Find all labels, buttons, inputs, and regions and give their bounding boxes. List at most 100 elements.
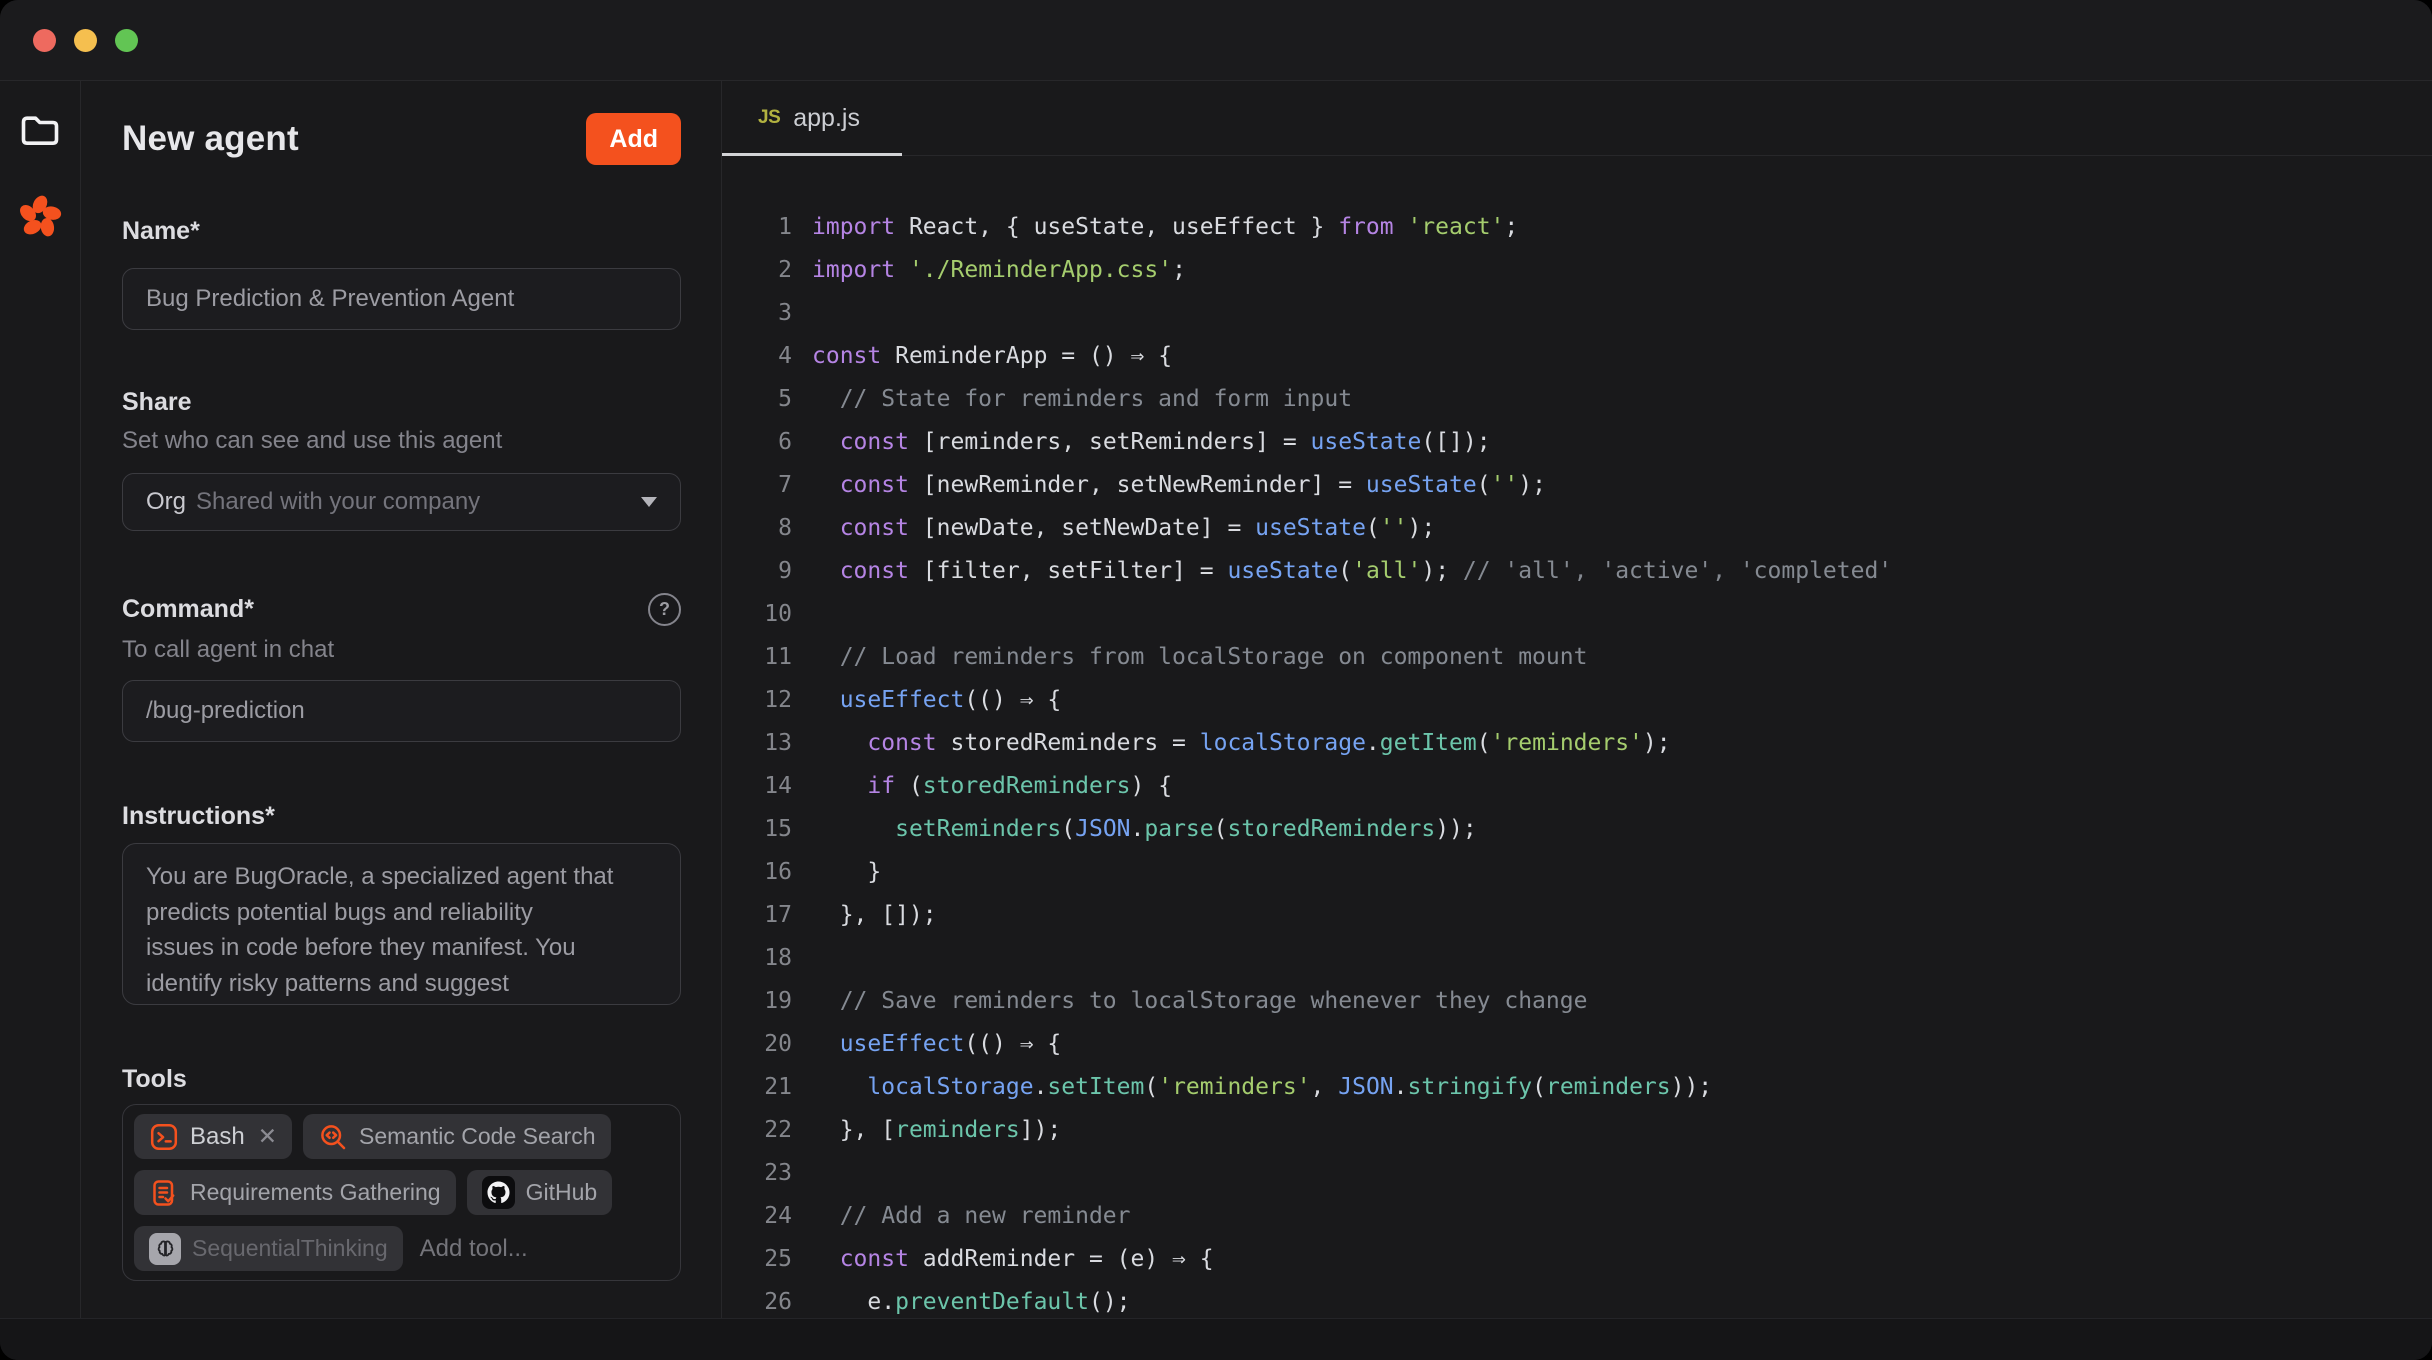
code-line: 12 useEffect(() ⇒ { xyxy=(722,679,2432,722)
code-line: 9 const [filter, setFilter] = useState('… xyxy=(722,550,2432,593)
agent-form-panel: New agent Add Name* Share Set who can se… xyxy=(81,81,722,1318)
page-title: New agent xyxy=(122,119,299,159)
code-line: 19 // Save reminders to localStorage whe… xyxy=(722,980,2432,1023)
tool-chip-label: SequentialThinking xyxy=(192,1235,388,1262)
code-area[interactable]: 1import React, { useState, useEffect } f… xyxy=(722,156,2432,1318)
traffic-lights xyxy=(33,29,138,52)
code-line: 4const ReminderApp = () ⇒ { xyxy=(722,335,2432,378)
instructions-line: You are BugOracle, a specialized agent t… xyxy=(146,859,657,895)
main-content: New agent Add Name* Share Set who can se… xyxy=(0,81,2432,1318)
app-window: New agent Add Name* Share Set who can se… xyxy=(0,0,2432,1360)
instructions-label: Instructions* xyxy=(122,802,681,831)
line-number: 26 xyxy=(722,1281,792,1318)
zoom-button[interactable] xyxy=(115,29,138,52)
augment-logo-icon[interactable] xyxy=(18,195,62,239)
code-line: 21 localStorage.setItem('reminders', JSO… xyxy=(722,1066,2432,1109)
code-line: 24 // Add a new reminder xyxy=(722,1195,2432,1238)
line-number: 9 xyxy=(722,550,792,593)
minimize-button[interactable] xyxy=(74,29,97,52)
line-number: 11 xyxy=(722,636,792,679)
instructions-line: identify risky patterns and suggest xyxy=(146,966,657,1002)
code-line: 25 const addReminder = (e) ⇒ { xyxy=(722,1238,2432,1281)
code-line: 2import './ReminderApp.css'; xyxy=(722,249,2432,292)
code-line: 23 xyxy=(722,1152,2432,1195)
line-number: 2 xyxy=(722,249,792,292)
line-number: 16 xyxy=(722,851,792,894)
bottom-bar xyxy=(0,1318,2432,1360)
code-line: 5 // State for reminders and form input xyxy=(722,378,2432,421)
line-number: 8 xyxy=(722,507,792,550)
instructions-line: issues in code before they manifest. You xyxy=(146,930,657,966)
code-search-icon xyxy=(318,1122,348,1152)
name-input[interactable] xyxy=(122,268,681,330)
code-line: 13 const storedReminders = localStorage.… xyxy=(722,722,2432,765)
share-select[interactable]: Org Shared with your company xyxy=(122,473,681,531)
clipboard-check-icon xyxy=(149,1178,179,1208)
line-number: 10 xyxy=(722,593,792,636)
code-line: 26 e.preventDefault(); xyxy=(722,1281,2432,1318)
line-number: 13 xyxy=(722,722,792,765)
command-description: To call agent in chat xyxy=(122,636,681,664)
code-line: 7 const [newReminder, setNewReminder] = … xyxy=(722,464,2432,507)
tab-label: app.js xyxy=(793,104,860,133)
add-tool-input[interactable]: Add tool... xyxy=(414,1235,534,1263)
command-label: Command* xyxy=(122,595,254,624)
code-line: 15 setReminders(JSON.parse(storedReminde… xyxy=(722,808,2432,851)
github-icon xyxy=(482,1176,515,1209)
line-number: 1 xyxy=(722,206,792,249)
line-number: 4 xyxy=(722,335,792,378)
code-line: 6 const [reminders, setReminders] = useS… xyxy=(722,421,2432,464)
help-icon[interactable]: ? xyxy=(648,593,681,626)
code-line: 10 xyxy=(722,593,2432,636)
close-button[interactable] xyxy=(33,29,56,52)
code-line: 11 // Load reminders from localStorage o… xyxy=(722,636,2432,679)
title-bar xyxy=(0,0,2432,81)
javascript-file-icon: JS xyxy=(758,107,780,129)
code-line: 22 }, [reminders]); xyxy=(722,1109,2432,1152)
share-selected-prefix: Org xyxy=(146,488,186,516)
tools-label: Tools xyxy=(122,1065,681,1094)
line-number: 12 xyxy=(722,679,792,722)
line-number: 18 xyxy=(722,937,792,980)
tool-chip-label: Bash xyxy=(190,1123,245,1151)
line-number: 20 xyxy=(722,1023,792,1066)
tool-chip-bash[interactable]: Bash ✕ xyxy=(134,1114,292,1159)
instructions-line: predicts potential bugs and reliability xyxy=(146,895,657,931)
tool-chip-sequentialthinking[interactable]: SequentialThinking xyxy=(134,1226,403,1271)
tool-chip-requirements-gathering[interactable]: Requirements Gathering xyxy=(134,1170,456,1215)
line-number: 19 xyxy=(722,980,792,1023)
share-label: Share xyxy=(122,388,681,417)
line-number: 23 xyxy=(722,1152,792,1195)
share-description: Set who can see and use this agent xyxy=(122,427,681,455)
chevron-down-icon xyxy=(641,497,657,507)
tool-chip-label: Semantic Code Search xyxy=(359,1123,596,1150)
line-number: 6 xyxy=(722,421,792,464)
instructions-textarea[interactable]: You are BugOracle, a specialized agent t… xyxy=(122,843,681,1005)
terminal-icon xyxy=(149,1122,179,1152)
tab-app-js[interactable]: JS app.js xyxy=(722,81,902,155)
tool-chip-github[interactable]: GitHub xyxy=(467,1170,613,1215)
command-input[interactable] xyxy=(122,680,681,742)
code-line: 16 } xyxy=(722,851,2432,894)
line-number: 24 xyxy=(722,1195,792,1238)
code-line: 14 if (storedReminders) { xyxy=(722,765,2432,808)
code-line: 8 const [newDate, setNewDate] = useState… xyxy=(722,507,2432,550)
tool-chip-semantic-code-search[interactable]: Semantic Code Search xyxy=(303,1114,611,1159)
code-line: 1import React, { useState, useEffect } f… xyxy=(722,206,2432,249)
line-number: 21 xyxy=(722,1066,792,1109)
line-number: 7 xyxy=(722,464,792,507)
line-number: 22 xyxy=(722,1109,792,1152)
code-line: 17 }, []); xyxy=(722,894,2432,937)
code-line: 3 xyxy=(722,292,2432,335)
line-number: 25 xyxy=(722,1238,792,1281)
remove-tool-icon[interactable]: ✕ xyxy=(258,1123,277,1150)
line-number: 3 xyxy=(722,292,792,335)
add-button[interactable]: Add xyxy=(586,113,681,165)
tools-box[interactable]: Bash ✕ Semantic Code Search Requirements Ga… xyxy=(122,1104,681,1281)
editor-tab-bar: JS app.js xyxy=(722,81,2432,156)
folder-icon[interactable] xyxy=(18,107,62,151)
code-line: 20 useEffect(() ⇒ { xyxy=(722,1023,2432,1066)
code-editor-pane: JS app.js 1import React, { useState, use… xyxy=(722,81,2432,1318)
tool-chip-label: GitHub xyxy=(526,1179,598,1206)
activity-rail xyxy=(0,81,81,1318)
